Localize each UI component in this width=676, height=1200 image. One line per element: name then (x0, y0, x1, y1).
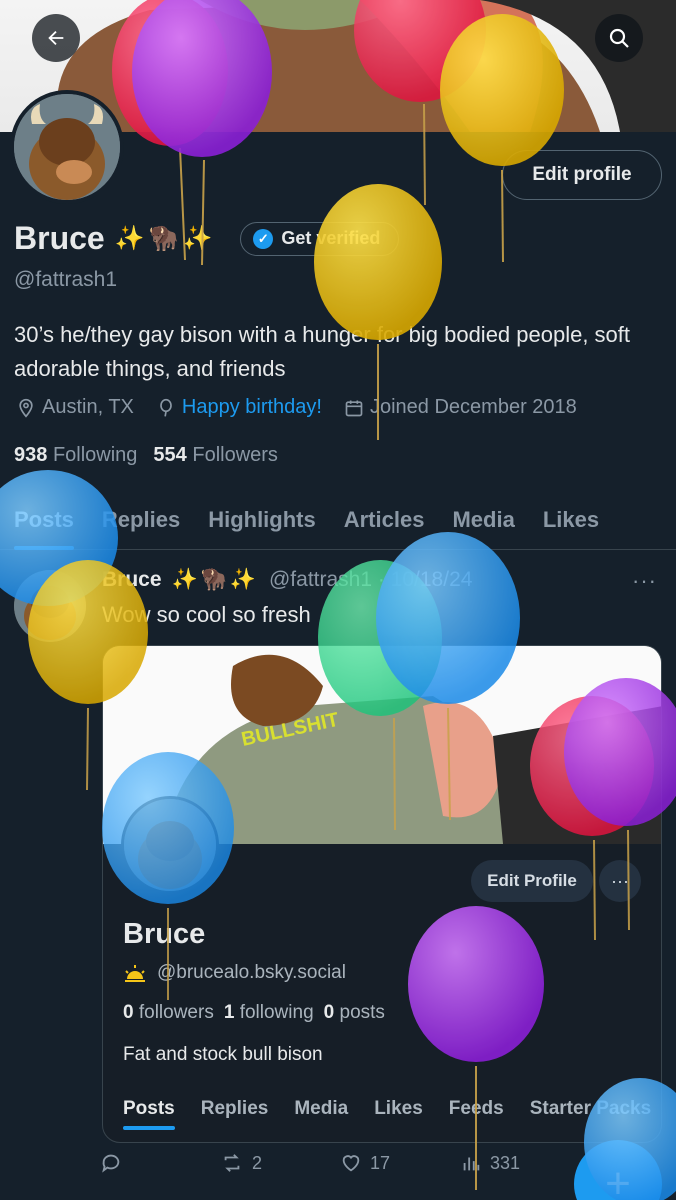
card-posts-label: posts (339, 1002, 385, 1023)
back-button[interactable] (32, 14, 80, 62)
tab-media[interactable]: Media (438, 490, 528, 550)
like-count: 17 (370, 1152, 391, 1173)
display-name: Bruce (14, 220, 105, 256)
card-following-count: 1 (223, 1002, 235, 1023)
birthday[interactable]: Happy birthday! (156, 396, 322, 419)
profile-avatar[interactable] (10, 90, 124, 204)
card-edit-profile-button: Edit Profile (471, 860, 593, 902)
birthday-text[interactable]: Happy birthday! (182, 396, 322, 419)
post-avatar[interactable] (14, 570, 86, 642)
follow-stats: 938 Following 554 Followers (14, 444, 278, 467)
following-count: 938 (14, 444, 48, 466)
sun-icon (125, 965, 145, 982)
post-text: Wow so cool so fresh (102, 602, 311, 627)
profile-bio: 30’s he/they gay bison with a hunger for… (14, 322, 631, 381)
search-button[interactable] (595, 14, 643, 62)
reply-button[interactable] (100, 1152, 220, 1174)
post-author-name[interactable]: Bruce (102, 568, 162, 592)
post-author-emoji: ✨🦬✨ (171, 568, 259, 591)
followers-label: Followers (192, 444, 278, 466)
joined-date: Joined December 2018 (344, 396, 577, 419)
card-following-label: following (239, 1002, 314, 1023)
arrow-left-icon (48, 30, 64, 46)
get-verified-label: Get verified (281, 228, 381, 248)
card-tab-feeds: Feeds (448, 1098, 504, 1119)
followers-count: 554 (153, 444, 187, 466)
card-followers-count: 0 (123, 1002, 134, 1023)
bison-avatar-image (124, 799, 216, 891)
card-posts-count: 0 (323, 1002, 335, 1023)
repost-button[interactable]: 2 (220, 1152, 340, 1174)
like-button[interactable]: 17 (340, 1152, 460, 1174)
location-pin-icon (19, 398, 33, 418)
views-button[interactable]: 331 (460, 1152, 580, 1174)
card-more-icon: ··· (599, 860, 641, 902)
calendar-icon (345, 400, 363, 416)
card-tab-likes: Likes (374, 1098, 423, 1119)
card-tab-media: Media (294, 1098, 349, 1119)
tab-likes[interactable]: Likes (529, 490, 613, 550)
verified-badge-icon: ✓ (253, 228, 274, 249)
card-followers-label: followers (138, 1002, 214, 1023)
card-tabs: Posts Replies Media Likes Feeds Starter … (123, 1098, 652, 1130)
tab-highlights[interactable]: Highlights (194, 490, 330, 550)
following-link[interactable]: 938 Following (14, 444, 137, 467)
heart-icon (342, 1155, 360, 1172)
balloon-icon (160, 398, 172, 416)
post-handle-date: @fattrash1 · 10/18/24 (268, 568, 473, 591)
get-verified-button[interactable]: ✓ Get verified (240, 221, 400, 256)
views-chart-icon (463, 1157, 480, 1171)
post-header: Bruce ✨🦬✨ @fattrash1 · 10/18/24 (102, 568, 472, 592)
post-image-card[interactable]: BULLSHIT Edit Profile ··· Bruce @bruceal… (102, 645, 662, 1143)
card-tab-posts: Posts (123, 1098, 175, 1130)
bison-avatar-image (14, 570, 86, 642)
views-count: 331 (490, 1152, 521, 1173)
card-handle: @brucealo.bsky.social (157, 962, 346, 983)
post-actions: 2 17 331 (100, 1152, 620, 1174)
edit-profile-button[interactable]: Edit profile (502, 150, 662, 200)
location: Austin, TX (16, 396, 134, 419)
profile-handle: @fattrash1 (14, 268, 118, 291)
card-bio: Fat and stock bull bison (123, 1044, 323, 1065)
card-stats: 0 followers 1 following 0 posts (123, 1002, 385, 1024)
name-emoji: ✨🦬✨ (114, 225, 217, 252)
profile-tabs: Posts Replies Highlights Articles Media … (0, 490, 676, 550)
tab-articles[interactable]: Articles (330, 490, 439, 550)
name-row: Bruce ✨🦬✨ ✓ Get verified (14, 220, 400, 257)
card-tab-starter-packs: Starter Packs (529, 1098, 652, 1119)
search-icon (609, 28, 629, 48)
reply-icon (102, 1154, 120, 1173)
card-avatar (121, 796, 219, 894)
bison-avatar-image (14, 94, 120, 200)
tab-replies[interactable]: Replies (88, 490, 194, 550)
tab-posts[interactable]: Posts (0, 490, 88, 550)
compose-fab-button[interactable]: + (574, 1140, 662, 1200)
repost-count: 2 (252, 1152, 263, 1173)
following-label: Following (52, 444, 138, 466)
joined-text: Joined December 2018 (369, 396, 577, 418)
card-name: Bruce (123, 918, 206, 950)
profile-meta: Austin, TX Happy birthday! Joined Decemb… (16, 396, 577, 419)
followers-link[interactable]: 554 Followers (153, 444, 278, 467)
location-text: Austin, TX (42, 396, 134, 418)
card-handle-row: @brucealo.bsky.social (123, 962, 346, 984)
card-tab-replies: Replies (200, 1098, 269, 1119)
post-more-icon[interactable]: ··· (632, 568, 657, 594)
repost-icon (224, 1154, 240, 1172)
